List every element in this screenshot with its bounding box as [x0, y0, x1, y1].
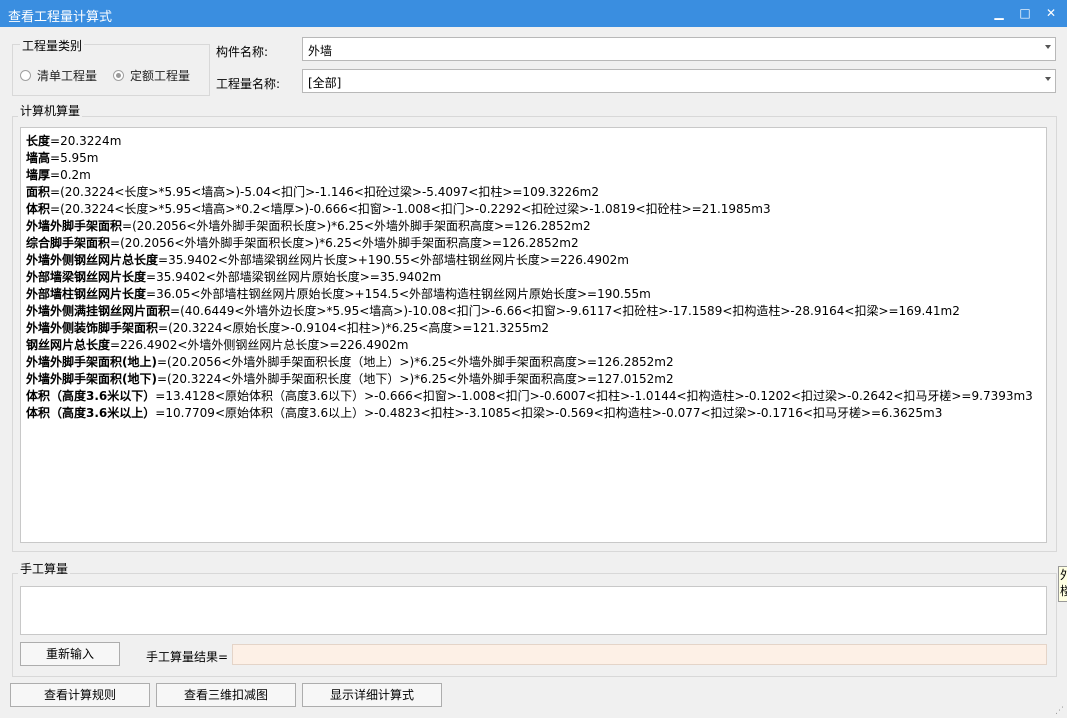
calc-line-expr: =(20.2056<外墙外脚手架面积长度（地上）>)*6.25<外墙外脚手架面积…: [156, 355, 674, 369]
calc-line-expr: =(40.6449<外墙外边长度>*5.95<墙高>)-10.08<扣门>-6.…: [170, 304, 960, 318]
minimize-icon[interactable]: ▁: [990, 4, 1008, 22]
radio-bill-quantity-label: 清单工程量: [37, 69, 98, 83]
calc-line-name: 体积（高度3.6米以上）: [26, 406, 156, 420]
tooltip-partial: 外楼: [1058, 566, 1067, 602]
calc-lines-container: 长度=20.3224m 墙高=5.95m 墙厚=0.2m 面积=(20.3224<长度…: [26, 133, 1046, 422]
manual-result-label: 手工算量结果=: [146, 650, 229, 664]
calc-line-name: 外墙外脚手架面积(地上): [26, 355, 157, 369]
calc-line-expr: =(20.3224<长度>*5.95<墙高>*0.2<墙厚>)-0.666<扣窗…: [50, 202, 771, 216]
calc-line-expr: =(20.2056<外墙外脚手架面积长度>)*6.25<外墙外脚手架面积高度>=…: [110, 236, 579, 250]
calc-line-name: 综合脚手架面积: [26, 236, 111, 250]
calc-line-expr: =20.3224m: [50, 134, 122, 148]
calc-line-expr: =5.95m: [50, 151, 99, 165]
calc-line-expr: =36.05<外部墙柱钢丝网片原始长度>+154.5<外部墙构造柱钢丝网片原始长…: [146, 287, 651, 301]
calc-line-name: 墙高: [26, 151, 51, 165]
maximize-icon[interactable]: □: [1016, 4, 1034, 22]
manual-result-field: [232, 644, 1047, 665]
calc-line-expr: =10.7709<原始体积（高度3.6以上）>-0.4823<扣柱>-3.108…: [155, 406, 943, 420]
calc-line-expr: =35.9402<外部墙梁钢丝网片长度>+190.55<外部墙柱钢丝网片长度>=…: [158, 253, 629, 267]
calc-line-expr: =226.4902<外墙外侧钢丝网片总长度>=226.4902m: [110, 338, 409, 352]
title-bar: 查看工程量计算式 ▁ □ ✕: [0, 0, 1067, 27]
calc-line-name: 长度: [26, 134, 51, 148]
calc-line-expr: =(20.3224<外墙外脚手架面积长度（地下）>)*6.25<外墙外脚手架面积…: [156, 372, 674, 386]
calc-line: 外部墙梁钢丝网片长度=35.9402<外部墙梁钢丝网片原始长度>=35.9402…: [26, 269, 1046, 286]
radio-quota-quantity-indicator[interactable]: [113, 70, 124, 81]
calc-line-expr: =(20.3224<长度>*5.95<墙高>)-5.04<扣门>-1.146<扣…: [50, 185, 600, 199]
calc-line: 钢丝网片总长度=226.4902<外墙外侧钢丝网片总长度>=226.4902m: [26, 337, 1046, 354]
window-title: 查看工程量计算式: [8, 10, 113, 25]
component-name-select[interactable]: 外墙: [302, 37, 1056, 61]
calc-line: 外墙外脚手架面积(地下)=(20.3224<外墙外脚手架面积长度（地下）>)*6…: [26, 371, 1046, 388]
calc-line-name: 面积: [26, 185, 51, 199]
calc-line-expr: =13.4128<原始体积（高度3.6以下）>-0.666<扣窗>-1.008<…: [155, 389, 1033, 403]
calc-line-name: 外墙外侧满挂钢丝网片面积: [26, 304, 171, 318]
calc-line-name: 外墙外脚手架面积(地下): [26, 372, 157, 386]
calc-line: 外部墙柱钢丝网片长度=36.05<外部墙柱钢丝网片原始长度>+154.5<外部墙…: [26, 286, 1046, 303]
quantity-name-label: 工程量名称:: [216, 77, 281, 91]
calc-line: 墙厚=0.2m: [26, 167, 1046, 184]
radio-bill-quantity[interactable]: 清单工程量: [20, 67, 97, 84]
calc-line-name: 外部墙柱钢丝网片长度: [26, 287, 147, 301]
calc-line-expr: =(20.2056<外墙外脚手架面积长度>)*6.25<外墙外脚手架面积高度>=…: [122, 219, 591, 233]
reinput-button[interactable]: 重新输入: [20, 642, 120, 666]
chevron-down-icon[interactable]: [1045, 45, 1051, 49]
view-calc-rules-button[interactable]: 查看计算规则: [10, 683, 150, 707]
calc-line: 长度=20.3224m: [26, 133, 1046, 150]
resize-grip-icon[interactable]: ⋰: [1055, 706, 1065, 716]
calc-line: 外墙外脚手架面积=(20.2056<外墙外脚手架面积长度>)*6.25<外墙外脚…: [26, 218, 1046, 235]
computer-calc-legend: 计算机算量: [18, 102, 83, 119]
calc-line-name: 外部墙梁钢丝网片长度: [26, 270, 147, 284]
calc-line: 体积（高度3.6米以上）=10.7709<原始体积（高度3.6以上）>-0.48…: [26, 405, 1046, 422]
calc-line: 综合脚手架面积=(20.2056<外墙外脚手架面积长度>)*6.25<外墙外脚手…: [26, 235, 1046, 252]
calc-line-name: 墙厚: [26, 168, 51, 182]
view-3d-deduction-button[interactable]: 查看三维扣减图: [156, 683, 296, 707]
calc-line-name: 体积: [26, 202, 51, 216]
calc-line-expr: =(20.3224<原始长度>-0.9104<扣柱>)*6.25<高度>=121…: [158, 321, 550, 335]
calc-line: 外墙外侧满挂钢丝网片面积=(40.6449<外墙外边长度>*5.95<墙高>)-…: [26, 303, 1046, 320]
radio-quota-quantity[interactable]: 定额工程量: [113, 67, 190, 84]
show-detail-formula-button[interactable]: 显示详细计算式: [302, 683, 442, 707]
calc-line-expr: =0.2m: [50, 168, 91, 182]
calc-line-expr: =35.9402<外部墙梁钢丝网片原始长度>=35.9402m: [146, 270, 442, 284]
chevron-down-icon[interactable]: [1045, 77, 1051, 81]
quantity-name-value: [全部]: [308, 76, 342, 90]
quantity-name-select[interactable]: [全部]: [302, 69, 1056, 93]
calc-line-name: 外墙外侧钢丝网片总长度: [26, 253, 159, 267]
calc-line: 外墙外脚手架面积(地上)=(20.2056<外墙外脚手架面积长度（地上）>)*6…: [26, 354, 1046, 371]
manual-calc-legend: 手工算量: [18, 560, 71, 577]
manual-calc-input[interactable]: [20, 586, 1047, 635]
calc-line-name: 钢丝网片总长度: [26, 338, 111, 352]
calc-line: 外墙外侧装饰脚手架面积=(20.3224<原始长度>-0.9104<扣柱>)*6…: [26, 320, 1046, 337]
calc-line-name: 外墙外侧装饰脚手架面积: [26, 321, 159, 335]
calc-line: 体积=(20.3224<长度>*5.95<墙高>*0.2<墙厚>)-0.666<…: [26, 201, 1046, 218]
component-name-label: 构件名称:: [216, 45, 269, 59]
calc-line: 外墙外侧钢丝网片总长度=35.9402<外部墙梁钢丝网片长度>+190.55<外…: [26, 252, 1046, 269]
calc-line-name: 外墙外脚手架面积: [26, 219, 123, 233]
calc-line-name: 体积（高度3.6米以下）: [26, 389, 156, 403]
calc-line: 墙高=5.95m: [26, 150, 1046, 167]
radio-bill-quantity-indicator[interactable]: [20, 70, 31, 81]
category-legend: 工程量类别: [20, 37, 85, 54]
calc-line: 体积（高度3.6米以下）=13.4128<原始体积（高度3.6以下）>-0.66…: [26, 388, 1046, 405]
calc-line: 面积=(20.3224<长度>*5.95<墙高>)-5.04<扣门>-1.146…: [26, 184, 1046, 201]
computer-calc-textarea[interactable]: 长度=20.3224m 墙高=5.95m 墙厚=0.2m 面积=(20.3224<长度…: [20, 127, 1047, 543]
radio-quota-quantity-label: 定额工程量: [130, 69, 191, 83]
component-name-value: 外墙: [308, 44, 333, 58]
close-icon[interactable]: ✕: [1042, 4, 1060, 22]
